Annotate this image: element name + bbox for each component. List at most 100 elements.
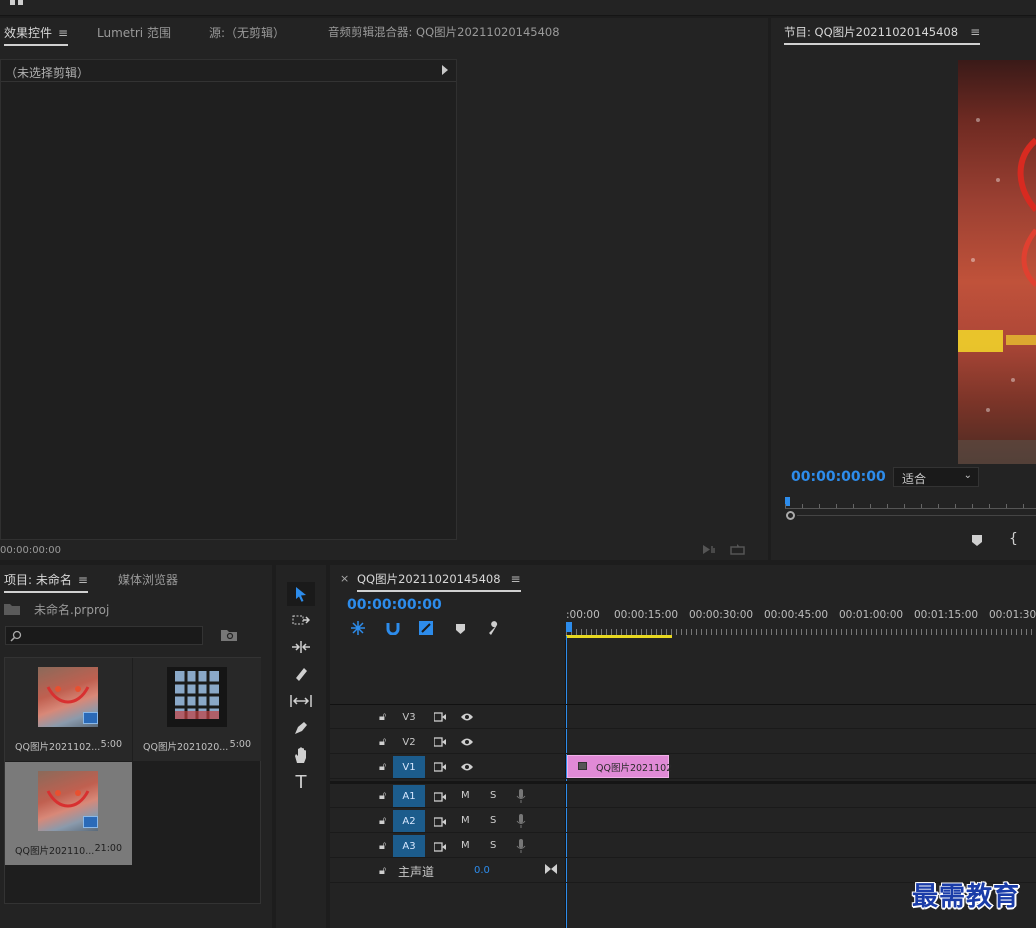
- lock-icon[interactable]: 🔓︎: [379, 864, 386, 878]
- wrench-icon[interactable]: [487, 621, 501, 638]
- linked-selection-icon[interactable]: [419, 621, 435, 638]
- microphone-icon[interactable]: [516, 814, 526, 831]
- effects-panel: 效果控件 ≡ Lumetri 范围 源:（无剪辑） 音频剪辑混合器: QQ图片20…: [0, 18, 768, 560]
- razor-tool[interactable]: [287, 662, 315, 686]
- track-v1[interactable]: 🔓︎ V1 QQ图片2021102: [330, 755, 1036, 779]
- master-volume[interactable]: 0.0: [474, 865, 490, 876]
- sync-lock-icon[interactable]: [433, 816, 446, 830]
- project-filename: 未命名.prproj: [34, 603, 110, 617]
- close-sequence-icon[interactable]: ×: [340, 572, 349, 585]
- fx-badge-icon: [578, 762, 587, 770]
- pen-tool[interactable]: [287, 716, 315, 740]
- work-area-bar[interactable]: [566, 635, 672, 638]
- track-v2[interactable]: 🔓︎ V2: [330, 730, 1036, 754]
- ripple-edit-tool[interactable]: [287, 635, 315, 659]
- mute-button[interactable]: M: [461, 840, 470, 851]
- project-item[interactable]: QQ图片2021102... 5:00: [5, 658, 132, 761]
- track-a2[interactable]: 🔓︎ A2 M S: [330, 809, 1036, 833]
- expand-arrow-icon[interactable]: [442, 65, 448, 75]
- ruler-label: 00:00:45:00: [764, 609, 829, 621]
- timeline-clip[interactable]: QQ图片2021102: [567, 755, 673, 778]
- track-a3[interactable]: 🔓︎ A3 M S: [330, 834, 1036, 858]
- go-to-in-out-icon[interactable]: [545, 863, 557, 877]
- track-label[interactable]: V3: [393, 706, 425, 728]
- timeline-timecode[interactable]: 00:00:00:00: [347, 597, 442, 613]
- tab-audio-clip-mixer[interactable]: 音频剪辑混合器: QQ图片20211020145408: [328, 24, 560, 40]
- sync-lock-icon[interactable]: [433, 711, 446, 725]
- ruler-label: 00:00:30:00: [689, 609, 754, 621]
- playhead-handle[interactable]: [786, 511, 795, 520]
- tab-media-browser[interactable]: 媒体浏览器: [118, 571, 178, 588]
- selection-tool[interactable]: [287, 582, 315, 606]
- track-label[interactable]: A2: [393, 810, 425, 832]
- item-name: QQ图片2021102...: [15, 742, 101, 753]
- chevron-down-icon: ⌄: [963, 470, 972, 481]
- no-clip-header: （未选择剪辑）: [1, 60, 456, 82]
- lock-icon[interactable]: 🔓︎: [379, 814, 386, 828]
- tab-effect-controls[interactable]: 效果控件 ≡: [4, 24, 69, 46]
- solo-button[interactable]: S: [490, 790, 496, 801]
- lock-icon[interactable]: 🔓︎: [379, 839, 386, 853]
- sync-lock-icon[interactable]: [433, 791, 446, 805]
- track-a1[interactable]: 🔓︎ A1 M S: [330, 784, 1036, 808]
- project-item[interactable]: QQ图片2021020... 5:00: [133, 658, 261, 761]
- lock-icon[interactable]: 🔓︎: [379, 760, 386, 774]
- tab-project[interactable]: 项目: 未命名 ≡: [4, 571, 88, 593]
- track-v3[interactable]: 🔓︎ V3: [330, 705, 1036, 729]
- track-label[interactable]: V2: [393, 731, 425, 753]
- mute-button[interactable]: M: [461, 790, 470, 801]
- item-name: QQ图片2021020...: [143, 742, 229, 753]
- eye-icon[interactable]: [460, 711, 474, 725]
- item-duration: 5:00: [229, 739, 251, 750]
- time-ruler[interactable]: :00:00 00:00:15:00 00:00:30:00 00:00:45:…: [566, 605, 1036, 639]
- lock-icon[interactable]: 🔓︎: [379, 789, 386, 803]
- tab-sequence[interactable]: QQ图片20211020145408 ≡: [357, 571, 521, 592]
- lock-icon[interactable]: 🔓︎: [379, 735, 386, 749]
- sync-lock-icon[interactable]: [433, 841, 446, 855]
- export-frame-icon[interactable]: [730, 543, 746, 555]
- ruler-label: 00:01:30:0: [989, 609, 1036, 621]
- fit-dropdown[interactable]: 适合 ⌄: [893, 467, 979, 487]
- track-label[interactable]: A1: [393, 785, 425, 807]
- project-folder-icon: [4, 603, 20, 618]
- sync-lock-icon[interactable]: [433, 736, 446, 750]
- item-duration: 5:00: [100, 739, 122, 750]
- solo-button[interactable]: S: [490, 815, 496, 826]
- solo-button[interactable]: S: [490, 840, 496, 851]
- program-scrubber[interactable]: [785, 496, 1036, 520]
- ruler-label: 00:00:15:00: [614, 609, 679, 621]
- sync-lock-icon[interactable]: [433, 761, 446, 775]
- type-tool[interactable]: T: [287, 770, 315, 794]
- add-marker-icon[interactable]: [456, 623, 465, 637]
- slip-tool[interactable]: [287, 689, 315, 713]
- sequence-badge-icon: [83, 816, 98, 828]
- track-label[interactable]: V1: [393, 756, 425, 778]
- microphone-icon[interactable]: [516, 839, 526, 856]
- play-audio-icon[interactable]: [703, 544, 717, 555]
- eye-icon[interactable]: [460, 736, 474, 750]
- mute-button[interactable]: M: [461, 815, 470, 826]
- program-title[interactable]: 节目: QQ图片20211020145408 ≡: [784, 24, 981, 45]
- workspace-icon[interactable]: [10, 0, 26, 5]
- mark-in-icon[interactable]: {: [1009, 531, 1018, 547]
- snap-icon[interactable]: [386, 621, 400, 638]
- tab-lumetri-scopes[interactable]: Lumetri 范围: [97, 24, 171, 41]
- track-select-tool[interactable]: [287, 608, 315, 632]
- tab-source[interactable]: 源:（无剪辑）: [209, 24, 285, 41]
- eye-icon[interactable]: [460, 761, 474, 775]
- lock-icon[interactable]: 🔓︎: [379, 710, 386, 724]
- hand-tool[interactable]: [287, 743, 315, 767]
- nest-toggle-icon[interactable]: [351, 621, 365, 638]
- effects-timecode: 00:00:00:00: [0, 545, 62, 556]
- microphone-icon[interactable]: [516, 789, 526, 806]
- find-bin-icon[interactable]: [221, 629, 237, 644]
- track-label[interactable]: A3: [393, 835, 425, 857]
- item-name: QQ图片202110...: [15, 846, 95, 857]
- playhead-marker[interactable]: [566, 622, 572, 632]
- clip-label: QQ图片2021102: [596, 763, 673, 774]
- project-item[interactable]: QQ图片202110... 21:00: [5, 762, 132, 865]
- project-search-input[interactable]: [5, 626, 203, 645]
- program-timecode[interactable]: 00:00:00:00: [791, 469, 886, 485]
- add-marker-icon[interactable]: [972, 535, 982, 549]
- video-badge-icon: [83, 712, 98, 724]
